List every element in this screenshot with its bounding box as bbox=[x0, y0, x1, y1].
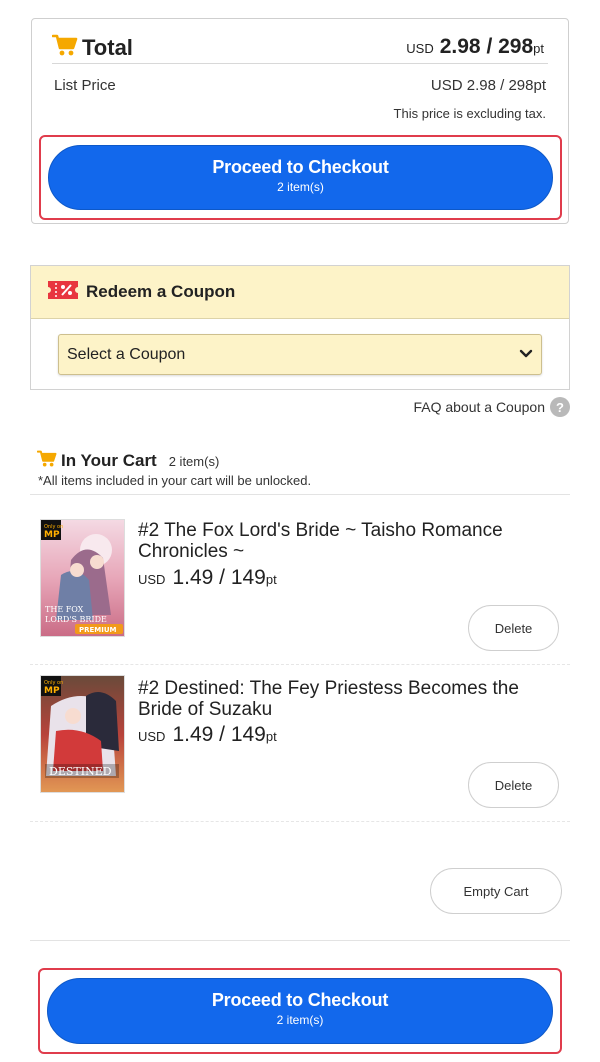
total-amount: USD 2.98 / 298pt bbox=[406, 35, 544, 59]
cover-premium-tag: PREMIUM bbox=[79, 626, 117, 634]
chevron-down-icon bbox=[519, 347, 533, 366]
cover-title-text: THE FOX bbox=[45, 605, 84, 614]
checkout-button-count: 2 item(s) bbox=[276, 1013, 324, 1027]
cart-item: Only on MP THE FOX LORD'S BRIDE PREMIUM … bbox=[30, 495, 570, 665]
cart-header: In Your Cart 2 item(s) bbox=[36, 449, 220, 473]
cover-title-text: LORD'S BRIDE bbox=[45, 615, 107, 624]
proceed-to-checkout-button-top[interactable]: Proceed to Checkout 2 item(s) bbox=[48, 145, 553, 210]
checkout-highlight-bottom: Proceed to Checkout 2 item(s) bbox=[38, 968, 562, 1054]
checkout-highlight-top: Proceed to Checkout 2 item(s) bbox=[39, 135, 562, 220]
total-currency: USD bbox=[406, 41, 434, 56]
coupon-faq-label: FAQ about a Coupon bbox=[413, 399, 545, 415]
item-price: USD 1.49 / 149pt bbox=[138, 566, 277, 590]
divider bbox=[30, 821, 570, 822]
cover-title-text: DESTINED bbox=[49, 765, 112, 778]
cover-badge: MP bbox=[44, 530, 60, 540]
total-header: Total USD 2.98 / 298pt bbox=[51, 31, 548, 64]
coupon-header: Redeem a Coupon bbox=[31, 266, 569, 319]
item-currency: USD bbox=[138, 729, 166, 744]
cover-badge: MP bbox=[44, 686, 60, 696]
total-label: Total bbox=[82, 34, 133, 60]
book-cover-image[interactable]: Only on MP DESTINED bbox=[40, 675, 125, 793]
cart-note: *All items included in your cart will be… bbox=[38, 473, 312, 488]
divider bbox=[30, 940, 570, 941]
item-price-value: 1.49 / 149 bbox=[172, 566, 266, 589]
item-title[interactable]: #2 The Fox Lord's Bride ~ Taisho Romance… bbox=[138, 520, 558, 562]
item-currency: USD bbox=[138, 572, 166, 587]
item-pt-unit: pt bbox=[265, 572, 277, 587]
coupon-faq-link[interactable]: FAQ about a Coupon ? bbox=[413, 397, 570, 417]
coupon-panel: Redeem a Coupon Select a Coupon bbox=[30, 265, 570, 390]
checkout-button-label: Proceed to Checkout bbox=[211, 990, 389, 1010]
checkout-button-count: 2 item(s) bbox=[277, 180, 324, 194]
coupon-select-value: Select a Coupon bbox=[67, 345, 186, 363]
item-price-value: 1.49 / 149 bbox=[172, 723, 266, 746]
total-title: Total bbox=[51, 33, 133, 62]
delete-button[interactable]: Delete bbox=[468, 605, 559, 651]
coupon-title: Redeem a Coupon bbox=[86, 282, 236, 301]
checkout-button-label: Proceed to Checkout bbox=[212, 157, 389, 177]
cart-item: Only on MP DESTINED #2 Destined: The Fey… bbox=[30, 665, 570, 822]
item-pt-unit: pt bbox=[265, 729, 277, 744]
list-price-value: USD 2.98 / 298pt bbox=[430, 77, 546, 94]
item-price: USD 1.49 / 149pt bbox=[138, 723, 277, 747]
total-value: 2.98 / 298 bbox=[439, 35, 534, 58]
shopping-cart-icon bbox=[36, 449, 57, 473]
book-cover-image[interactable]: Only on MP THE FOX LORD'S BRIDE PREMIUM bbox=[40, 519, 125, 637]
order-summary-panel: Total USD 2.98 / 298pt List Price USD 2.9… bbox=[31, 18, 569, 224]
coupon-select[interactable]: Select a Coupon bbox=[58, 334, 542, 375]
cart-count: 2 item(s) bbox=[168, 453, 220, 469]
proceed-to-checkout-button-bottom[interactable]: Proceed to Checkout 2 item(s) bbox=[47, 978, 553, 1044]
help-circle-icon: ? bbox=[550, 397, 570, 417]
total-pt-unit: pt bbox=[533, 41, 544, 56]
shopping-cart-icon bbox=[51, 33, 78, 62]
item-title[interactable]: #2 Destined: The Fey Priestess Becomes t… bbox=[138, 678, 558, 720]
empty-cart-button[interactable]: Empty Cart bbox=[430, 868, 562, 914]
delete-button[interactable]: Delete bbox=[468, 762, 559, 808]
coupon-ticket-icon bbox=[48, 280, 78, 304]
cart-title: In Your Cart bbox=[61, 451, 157, 470]
list-price-label: List Price bbox=[54, 77, 116, 94]
tax-note: This price is excluding tax. bbox=[393, 106, 546, 121]
